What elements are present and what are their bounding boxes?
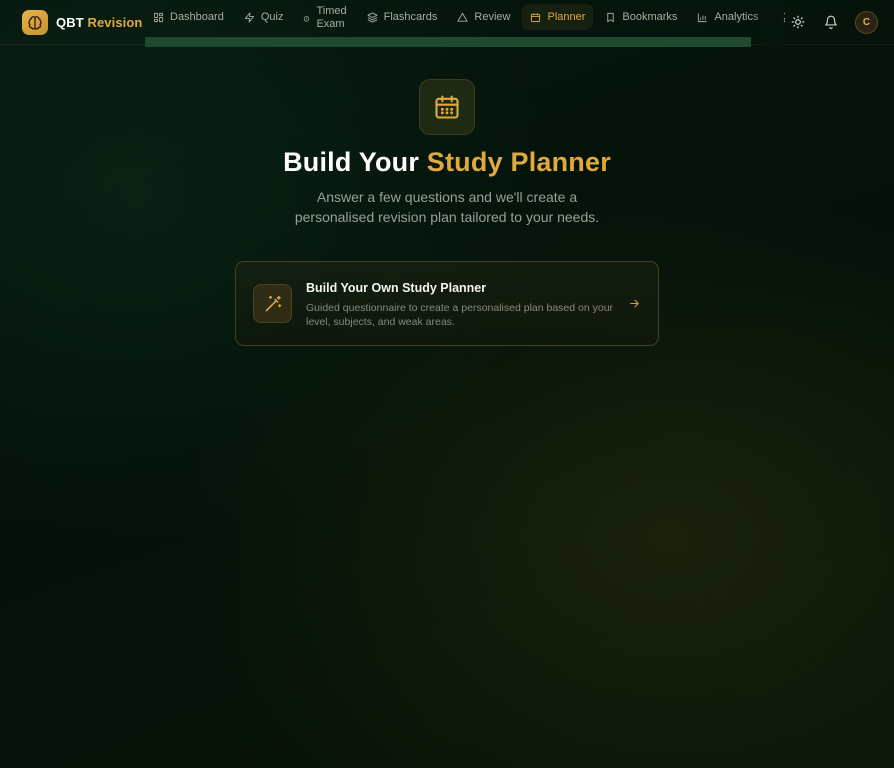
zap-icon xyxy=(244,11,254,23)
magic-wand-icon xyxy=(253,284,292,323)
nav-item-quiz[interactable]: Quiz xyxy=(236,4,292,30)
timer-icon xyxy=(304,15,310,21)
app-logo[interactable]: QBT Revision xyxy=(22,10,142,35)
nav-item-dashboard[interactable]: Dashboard xyxy=(145,4,232,30)
app-name: QBT Revision xyxy=(56,15,142,30)
nav-label: Quiz xyxy=(260,11,284,23)
nav-overflow-fade xyxy=(752,0,784,45)
notifications-button[interactable] xyxy=(819,10,843,34)
nav-label: Planner xyxy=(547,11,586,23)
app-name-part1: QBT xyxy=(56,15,84,30)
main-nav: Dashboard Quiz Timed Exam Flashcards Rev… xyxy=(145,4,785,32)
nav-scrollbar[interactable] xyxy=(145,37,751,47)
warning-triangle-icon xyxy=(457,12,468,22)
top-navigation-bar: QBT Revision Dashboard Quiz Timed Exam F… xyxy=(0,0,894,47)
bar-chart-icon xyxy=(698,12,708,22)
nav-label-line2: Exam xyxy=(316,18,345,30)
build-own-planner-card[interactable]: Build Your Own Study Planner Guided ques… xyxy=(235,261,659,346)
nav-item-review[interactable]: Review xyxy=(449,4,518,30)
nav-label: Timed Exam xyxy=(316,5,346,31)
nav-item-flashcards[interactable]: Flashcards xyxy=(359,4,446,30)
nav-label: Flashcards xyxy=(383,11,438,23)
nav-item-planner[interactable]: Planner xyxy=(522,4,594,30)
calendar-icon xyxy=(531,12,541,22)
theme-toggle-button[interactable] xyxy=(786,10,810,34)
calendar-icon xyxy=(419,79,475,135)
layers-icon xyxy=(367,11,378,23)
arrow-right-icon xyxy=(628,297,641,315)
sun-icon xyxy=(791,15,805,29)
nav-item-timed-exam[interactable]: Timed Exam xyxy=(295,4,354,32)
nav-label: Dashboard xyxy=(170,11,224,23)
bookmark-icon xyxy=(607,12,615,22)
card-description: Guided questionnaire to create a persona… xyxy=(306,302,614,328)
nav-item-bookmarks[interactable]: Bookmarks xyxy=(597,4,685,30)
bell-icon xyxy=(825,15,837,29)
avatar[interactable]: C xyxy=(855,11,878,34)
brain-icon xyxy=(22,10,48,35)
page-title-part2: Study Planner xyxy=(426,147,611,177)
page-subtitle: Answer a few questions and we'll create … xyxy=(294,189,600,225)
nav-label: Review xyxy=(474,11,511,23)
nav-label: Bookmarks xyxy=(622,11,678,23)
page-title-part1: Build Your xyxy=(283,147,420,177)
page-title: Build Your Study Planner xyxy=(0,147,894,178)
nav-label-line1: Timed xyxy=(316,5,347,17)
layout-grid-icon xyxy=(153,12,164,22)
app-name-part2: Revision xyxy=(87,15,143,30)
card-title: Build Your Own Study Planner xyxy=(306,281,487,295)
